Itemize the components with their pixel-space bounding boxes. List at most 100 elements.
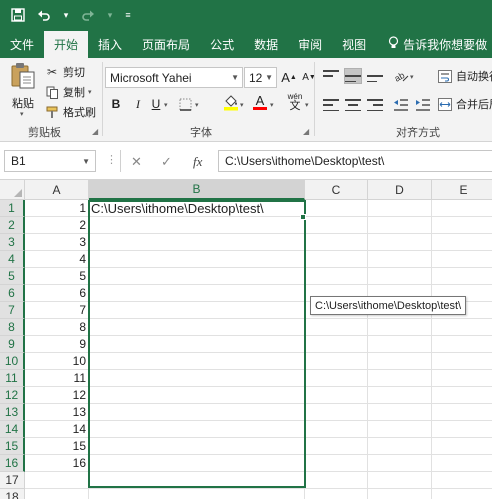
cell-empty[interactable] [432, 336, 492, 353]
align-center-button[interactable] [345, 98, 361, 112]
bottom-align-button[interactable] [367, 69, 383, 83]
orientation-dropdown-icon[interactable]: ▾ [410, 73, 414, 81]
paste-dropdown-icon[interactable]: ▾ [20, 110, 24, 118]
italic-button[interactable]: I [129, 95, 147, 113]
name-box[interactable]: B1 ▼ [4, 150, 96, 172]
cell-b[interactable] [89, 251, 305, 268]
col-header-b[interactable]: B [89, 180, 305, 200]
row-header[interactable]: 16 [0, 455, 25, 472]
cell-empty[interactable] [368, 217, 432, 234]
tab-file[interactable]: 文件 [0, 30, 44, 58]
cell-empty[interactable] [305, 438, 368, 455]
cell-b[interactable] [89, 285, 305, 302]
tab-formulas[interactable]: 公式 [200, 30, 244, 58]
font-color-button[interactable]: A [251, 93, 269, 111]
cell-empty[interactable] [368, 455, 432, 472]
cell-empty[interactable] [432, 438, 492, 455]
cell-a[interactable]: 11 [25, 370, 89, 387]
phonetic-button[interactable]: wén 文 [286, 92, 304, 111]
middle-align-button[interactable] [344, 68, 362, 84]
cell-empty[interactable] [305, 455, 368, 472]
cell-b[interactable] [89, 455, 305, 472]
cell-empty[interactable] [305, 200, 368, 217]
undo-dropdown-icon[interactable]: ▾ [60, 5, 72, 25]
select-all-button[interactable] [0, 180, 25, 200]
cell-a[interactable]: 14 [25, 421, 89, 438]
row-header[interactable]: 7 [0, 302, 25, 319]
cell-empty[interactable] [368, 319, 432, 336]
font-name-select[interactable]: Microsoft Yahei ▼ [105, 67, 243, 88]
cell-empty[interactable] [305, 268, 368, 285]
cell-b[interactable] [89, 268, 305, 285]
tab-home[interactable]: 开始 [44, 31, 89, 58]
cell-empty[interactable] [432, 251, 492, 268]
cell-a[interactable]: 12 [25, 387, 89, 404]
cancel-icon[interactable]: ✕ [131, 154, 142, 170]
cell-b[interactable] [89, 319, 305, 336]
row-header[interactable]: 14 [0, 421, 25, 438]
undo-icon[interactable] [34, 5, 54, 25]
cell-empty[interactable] [368, 421, 432, 438]
wrap-text-button[interactable]: 自动换行 [437, 68, 492, 84]
cell-empty[interactable] [432, 472, 492, 489]
cell-b[interactable] [89, 370, 305, 387]
cell-empty[interactable] [432, 370, 492, 387]
cell-empty[interactable] [305, 472, 368, 489]
font-launcher-icon[interactable]: ◢ [303, 127, 309, 136]
tell-me-box[interactable]: 告诉我你想要做 [388, 30, 487, 58]
row-header[interactable]: 13 [0, 404, 25, 421]
cell-a[interactable]: 9 [25, 336, 89, 353]
tab-page-layout[interactable]: 页面布局 [132, 30, 200, 58]
paste-button[interactable]: 粘贴 [8, 62, 38, 111]
insert-function-icon[interactable]: fx [193, 154, 202, 170]
tab-view[interactable]: 视图 [332, 30, 376, 58]
increase-font-size-button[interactable]: A ▲ [280, 68, 298, 86]
cell-b[interactable]: C:\Users\ithome\Desktop\test\ [89, 200, 305, 217]
cell-a[interactable] [25, 472, 89, 489]
worksheet-grid[interactable]: ABCDE 1 1 C:\Users\ithome\Desktop\test\ 2 2 3… [0, 180, 492, 499]
merge-center-button[interactable]: 合并后居 [437, 96, 492, 112]
cell-empty[interactable] [368, 251, 432, 268]
formula-bar-handle-icon[interactable]: ⋮ [106, 153, 117, 166]
cell-empty[interactable] [368, 472, 432, 489]
cell-empty[interactable] [432, 217, 492, 234]
cell-b[interactable] [89, 302, 305, 319]
cell-a[interactable]: 8 [25, 319, 89, 336]
cell-empty[interactable] [305, 336, 368, 353]
cell-a[interactable]: 3 [25, 234, 89, 251]
copy-dropdown-icon[interactable]: ▾ [88, 88, 92, 96]
cell-empty[interactable] [368, 489, 432, 499]
customize-toolbar-icon[interactable]: ≡ [122, 5, 134, 25]
cell-empty[interactable] [368, 370, 432, 387]
cell-empty[interactable] [368, 438, 432, 455]
row-header[interactable]: 12 [0, 387, 25, 404]
row-header[interactable]: 9 [0, 336, 25, 353]
row-header[interactable]: 10 [0, 353, 25, 370]
row-header[interactable]: 3 [0, 234, 25, 251]
bold-button[interactable]: B [107, 95, 125, 113]
cell-a[interactable]: 2 [25, 217, 89, 234]
cell-empty[interactable] [368, 268, 432, 285]
orientation-button[interactable]: ab [392, 67, 410, 85]
copy-button[interactable]: 复制 ▾ [44, 84, 92, 100]
format-painter-button[interactable]: 格式刷 [44, 104, 96, 120]
cell-empty[interactable] [432, 489, 492, 499]
row-header[interactable]: 15 [0, 438, 25, 455]
cell-b[interactable] [89, 217, 305, 234]
increase-indent-button[interactable] [414, 96, 432, 114]
cell-empty[interactable] [432, 353, 492, 370]
cell-a[interactable] [25, 489, 89, 499]
col-header-a[interactable]: A [25, 180, 89, 200]
cell-a[interactable]: 13 [25, 404, 89, 421]
cell-empty[interactable] [368, 387, 432, 404]
col-header-d[interactable]: D [368, 180, 432, 200]
col-header-e[interactable]: E [432, 180, 492, 200]
cell-a[interactable]: 16 [25, 455, 89, 472]
cell-b[interactable] [89, 438, 305, 455]
cell-b[interactable] [89, 234, 305, 251]
cell-empty[interactable] [368, 336, 432, 353]
underline-dropdown-icon[interactable]: ▾ [164, 101, 168, 109]
cell-b[interactable] [89, 353, 305, 370]
cell-a[interactable]: 15 [25, 438, 89, 455]
cell-empty[interactable] [305, 489, 368, 499]
